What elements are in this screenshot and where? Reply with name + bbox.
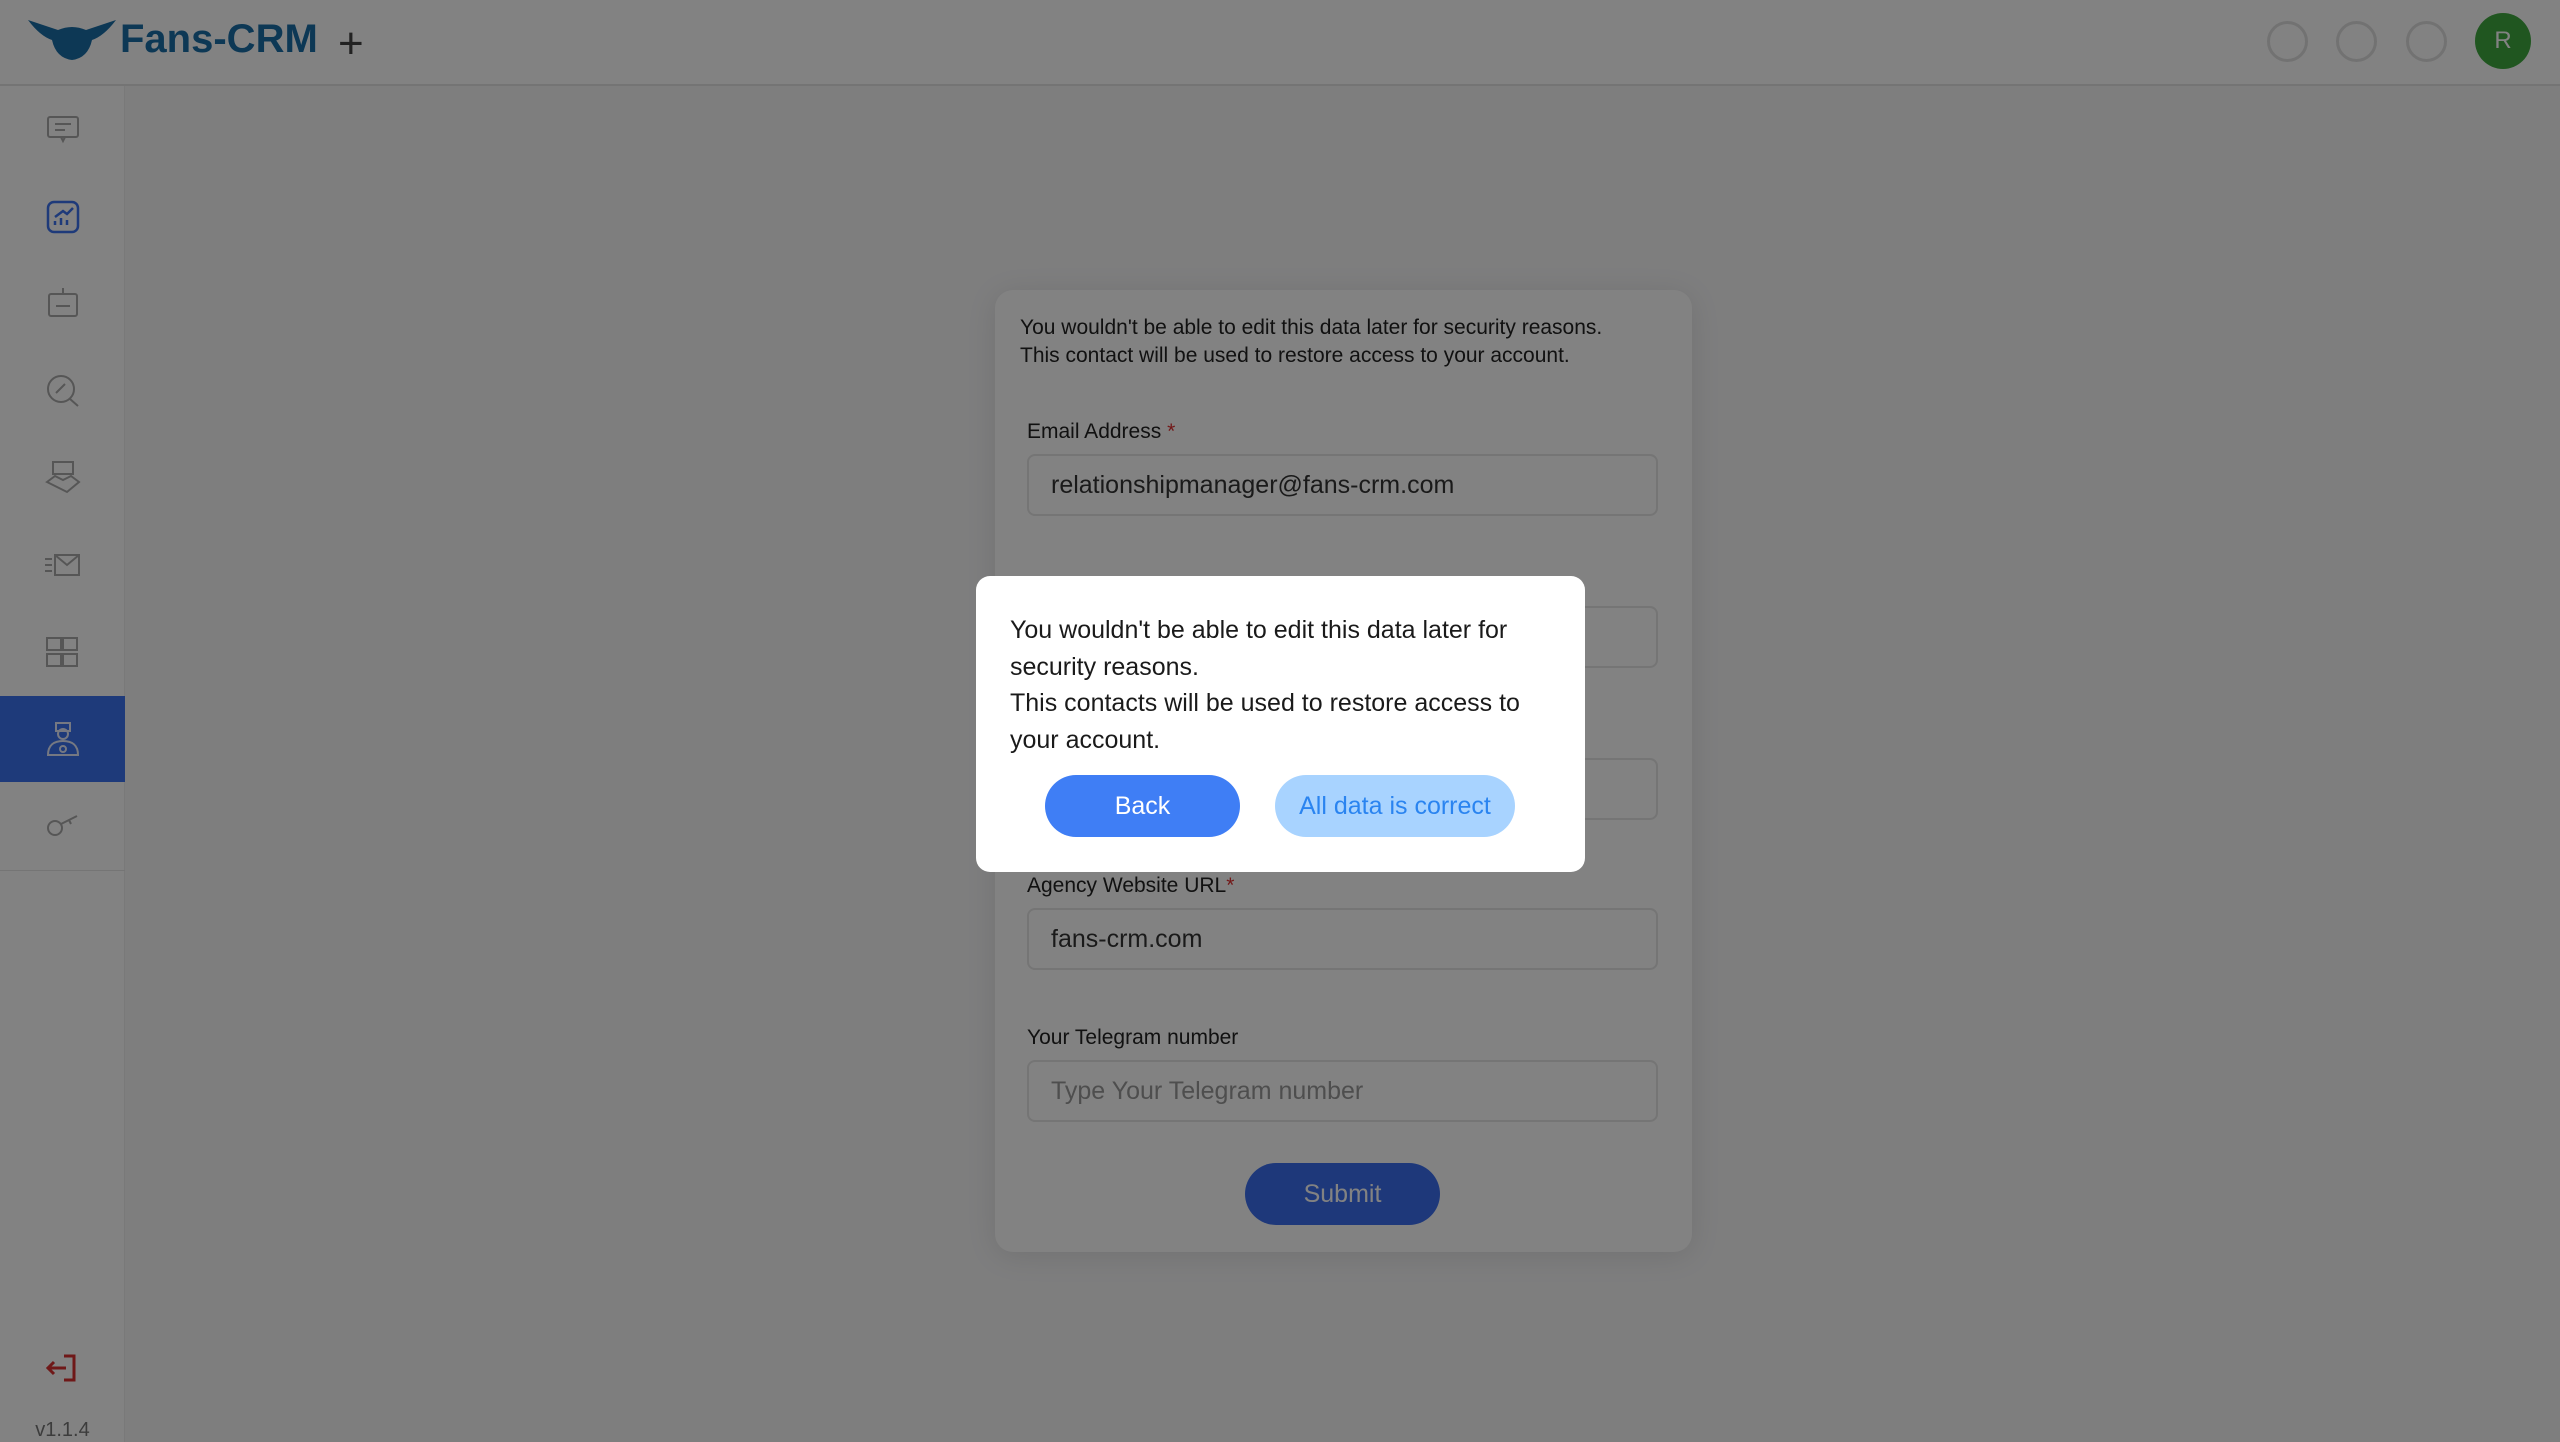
confirm-dialog: You wouldn't be able to edit this data l… — [976, 576, 1585, 872]
dialog-message: You wouldn't be able to edit this data l… — [1010, 612, 1570, 758]
back-button[interactable]: Back — [1045, 775, 1240, 837]
confirm-button[interactable]: All data is correct — [1275, 775, 1515, 837]
dialog-line: This contacts will be used to restore ac… — [1010, 689, 1520, 754]
dialog-line: You wouldn't be able to edit this data l… — [1010, 616, 1508, 681]
